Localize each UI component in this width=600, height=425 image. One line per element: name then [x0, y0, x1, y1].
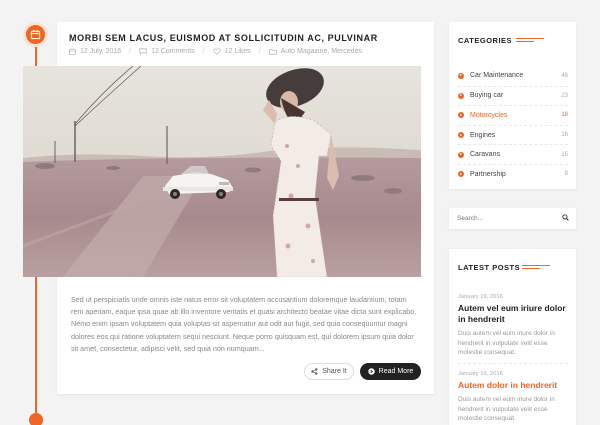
chevron-right-icon	[458, 171, 464, 178]
timeline-next-badge	[29, 413, 43, 425]
chevron-right-icon	[458, 151, 464, 158]
category-item[interactable]: Buying car 23	[458, 85, 568, 106]
latest-post-excerpt: Duis autem vel eum iriure dolor in hendr…	[458, 396, 555, 422]
featured-photo	[23, 66, 421, 277]
share-button[interactable]: Share It	[304, 363, 354, 380]
chevron-right-icon	[458, 72, 464, 79]
read-more-button[interactable]: Read More	[360, 363, 421, 380]
post-comments[interactable]: 12 Comments	[139, 48, 195, 55]
post-categories[interactable]: Auto Magazine, Mercedes	[268, 48, 362, 55]
latest-post-item[interactable]: January 19, 2016 Autem dolor in hendreri…	[458, 371, 570, 424]
post-likes[interactable]: 12 Likes	[213, 48, 251, 55]
divider	[458, 363, 568, 364]
post-categories-text: Auto Magazine, Mercedes	[280, 48, 362, 55]
latest-post-date: January 19, 2016	[458, 294, 503, 300]
chevron-right-icon	[458, 92, 464, 99]
category-list: Car Maintenance 46 Buying car 23 Motorcycl…	[458, 66, 568, 184]
category-item[interactable]: Caravans 15	[458, 144, 568, 164]
latest-post-date: January 19, 2016	[458, 371, 503, 377]
category-item[interactable]: Engines 16	[458, 124, 568, 145]
calendar-icon	[69, 48, 76, 55]
category-item-active[interactable]: Motorcycles 18	[458, 105, 568, 125]
timeline-calendar-badge	[23, 22, 48, 47]
post-excerpt: Sed ut perspiciatis unde omnis iste natu…	[71, 295, 417, 353]
latest-post-title[interactable]: Autem dolor in hendrerit	[458, 380, 570, 391]
meta-separator: /	[202, 48, 205, 55]
categories-title: CATEGORIES	[458, 36, 513, 45]
post-likes-text: 12 Likes	[224, 48, 251, 55]
share-button-label: Share It	[322, 368, 347, 375]
post-date-text: 12 July, 2016	[80, 48, 122, 55]
post-featured-image[interactable]	[23, 66, 421, 277]
comment-icon	[139, 48, 147, 55]
blog-post: MORBI SEM LACUS, EUISMOD AT SOLLICITUDIN…	[23, 22, 434, 394]
share-icon	[311, 368, 318, 375]
post-meta: 12 July, 2016 / 12 Comments / 12 Likes /…	[69, 48, 362, 55]
category-item[interactable]: Car Maintenance 46	[458, 66, 568, 86]
latest-posts-widget: LATEST POSTS January 19, 2016 Autem vel …	[449, 249, 576, 425]
latest-post-excerpt: Duis autem vel eum iriure dolor in hendr…	[458, 330, 555, 356]
categories-widget: CATEGORIES Car Maintenance 46 Buying car 2…	[449, 22, 576, 189]
latest-posts-title: LATEST POSTS	[458, 263, 521, 272]
meta-separator: /	[129, 48, 132, 55]
search-widget	[449, 208, 576, 229]
search-icon[interactable]	[562, 214, 569, 221]
search-input[interactable]	[457, 212, 557, 225]
title-decoration	[522, 265, 550, 269]
chevron-right-icon	[458, 132, 464, 139]
post-comments-text: 12 Comments	[151, 48, 195, 55]
post-date: 12 July, 2016	[69, 48, 121, 55]
title-decoration	[516, 38, 544, 42]
latest-post-item[interactable]: January 19, 2016 Autem vel eum iriure do…	[458, 294, 570, 358]
category-item[interactable]: Partnership 8	[458, 163, 568, 184]
plus-circle-icon	[367, 368, 375, 375]
chevron-right-icon	[458, 112, 464, 119]
meta-separator: /	[258, 48, 261, 55]
read-more-label: Read More	[378, 368, 414, 375]
heart-icon	[213, 48, 221, 55]
folder-icon	[268, 49, 277, 55]
latest-post-title[interactable]: Autem vel eum iriure dolor in hendrerit	[458, 303, 570, 325]
post-title[interactable]: MORBI SEM LACUS, EUISMOD AT SOLLICITUDIN…	[69, 33, 378, 43]
calendar-icon	[30, 29, 41, 40]
